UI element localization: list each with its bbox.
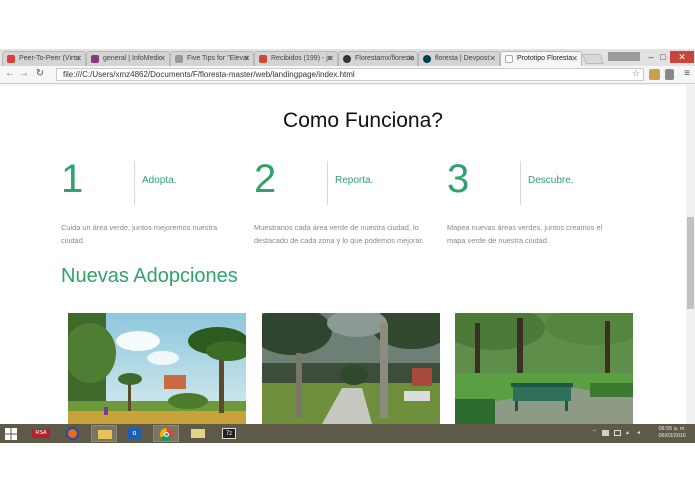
new-tab-button[interactable]	[582, 54, 604, 64]
browser-toolbar: ← → ↻ file:///C:/Users/xmz4862/Documents…	[0, 66, 695, 84]
file-explorer-icon[interactable]	[91, 425, 117, 442]
close-icon[interactable]: ✕	[489, 52, 496, 65]
menu-icon[interactable]: ≡	[681, 68, 693, 80]
step-label: Adopta.	[142, 175, 177, 186]
tray-battery-icon[interactable]	[614, 430, 621, 436]
step-description: Cuida un área verde, juntos mejoremos nu…	[61, 223, 218, 245]
window-close-button[interactable]: ✕	[670, 51, 694, 63]
close-icon[interactable]: ✕	[159, 52, 166, 65]
user-profile-chip[interactable]	[608, 52, 640, 61]
volume-icon[interactable]: ◂	[637, 429, 640, 436]
clock-date[interactable]: 06/03/2016	[648, 433, 686, 440]
step-number: 1	[61, 157, 84, 201]
browser-window: Peer-To-Peer (Virtu ✕ general | InfoMedi…	[0, 49, 695, 424]
tab-title: Prototipo Floresta	[517, 55, 573, 62]
tab-title: Peer-To-Peer (Virtu	[19, 55, 80, 62]
minimize-button[interactable]: –	[645, 51, 657, 63]
reload-icon[interactable]: ↻	[34, 68, 46, 80]
devpost-icon	[423, 55, 431, 63]
firefox-icon[interactable]	[60, 425, 86, 442]
rsa-label: RSA	[32, 429, 50, 438]
tab-five-tips[interactable]: Five Tips for "Elevat ✕	[170, 51, 254, 66]
tab-gmail[interactable]: Recibidos (199) - jo ✕	[254, 51, 338, 66]
extension-icon[interactable]	[649, 69, 660, 80]
bookmark-star-icon[interactable]: ☆	[632, 68, 640, 79]
close-icon[interactable]: ✕	[243, 52, 250, 65]
github-icon	[343, 55, 351, 63]
chrome-icon[interactable]	[153, 425, 179, 442]
gmail-icon	[259, 55, 267, 63]
page-headline: Como Funciona?	[283, 109, 443, 132]
tab-peer-to-peer[interactable]: Peer-To-Peer (Virtu ✕	[2, 51, 86, 66]
outlook-icon[interactable]: o	[122, 425, 148, 442]
step-descubre: 3 Descubre. Mapea nuevas áreas verdes, j…	[447, 157, 627, 247]
windows-start-icon[interactable]	[5, 428, 17, 440]
step-number: 3	[447, 157, 470, 201]
tray-app-icon[interactable]	[602, 430, 609, 436]
opera-icon	[7, 55, 15, 63]
adoption-photo[interactable]	[455, 313, 633, 424]
step-adopta: 1 Adopta. Cuida un área verde, juntos me…	[61, 157, 241, 247]
folder-icon[interactable]	[185, 425, 211, 442]
divider	[134, 161, 135, 205]
slack-icon	[91, 55, 99, 63]
adoption-photo[interactable]	[68, 313, 246, 424]
page-icon	[175, 55, 183, 63]
vertical-scrollbar[interactable]	[686, 85, 695, 424]
7zip-icon[interactable]: 7z	[216, 425, 242, 442]
tab-title: Five Tips for "Elevat	[187, 55, 250, 62]
tab-strip: Peer-To-Peer (Virtu ✕ general | InfoMedi…	[0, 49, 695, 66]
wifi-icon[interactable]: ▴	[626, 429, 629, 436]
close-icon[interactable]: ✕	[571, 52, 578, 65]
tab-title: Florestamx/floresta	[355, 55, 415, 62]
step-description: Muestranos cada área verde de nuestra ci…	[254, 223, 424, 245]
taskbar: RSA o 7z ⌃ ▴ ◂ 08:55 a. m. 06/03/2016	[0, 424, 695, 443]
close-icon[interactable]: ✕	[327, 52, 334, 65]
step-label: Reporta.	[335, 175, 374, 186]
step-description: Mapea nuevas áreas verdes, juntos creamo…	[447, 223, 603, 245]
tab-devpost[interactable]: floresta | Devpost ✕	[418, 51, 500, 66]
section-title: Nuevas Adopciones	[61, 265, 238, 287]
divider	[327, 161, 328, 205]
page-viewport: Como Funciona? 1 Adopta. Cuida un área v…	[0, 85, 686, 424]
tray-chevron-icon[interactable]: ⌃	[592, 429, 597, 436]
clock-time[interactable]: 08:55 a. m.	[648, 426, 686, 433]
tab-title: Recibidos (199) - jo	[271, 55, 332, 62]
adoption-photo[interactable]	[262, 313, 440, 424]
maximize-button[interactable]: □	[657, 51, 669, 63]
url-text: file:///C:/Users/xmz4862/Documents/F/flo…	[63, 70, 355, 79]
7zip-label: 7z	[222, 428, 236, 439]
scrollbar-thumb[interactable]	[687, 217, 694, 309]
step-label: Descubre.	[528, 175, 574, 186]
tab-title: floresta | Devpost	[435, 55, 490, 62]
address-bar[interactable]: file:///C:/Users/xmz4862/Documents/F/flo…	[56, 68, 644, 81]
tab-infomedic[interactable]: general | InfoMedic ✕	[86, 51, 170, 66]
close-icon[interactable]: ✕	[75, 52, 82, 65]
forward-arrow-icon[interactable]: →	[18, 68, 30, 80]
divider	[520, 161, 521, 205]
tab-github[interactable]: Florestamx/floresta ✕	[338, 51, 418, 66]
back-arrow-icon[interactable]: ←	[4, 68, 16, 80]
close-icon[interactable]: ✕	[407, 52, 414, 65]
step-reporta: 2 Reporta. Muestranos cada área verde de…	[254, 157, 434, 247]
step-number: 2	[254, 157, 277, 201]
rsa-app-icon[interactable]: RSA	[28, 425, 54, 442]
tab-title: general | InfoMedic	[103, 55, 163, 62]
blank-page-icon	[505, 55, 513, 63]
tab-prototipo-floresta[interactable]: Prototipo Floresta ✕	[500, 51, 582, 66]
extension-icon[interactable]	[665, 69, 674, 80]
